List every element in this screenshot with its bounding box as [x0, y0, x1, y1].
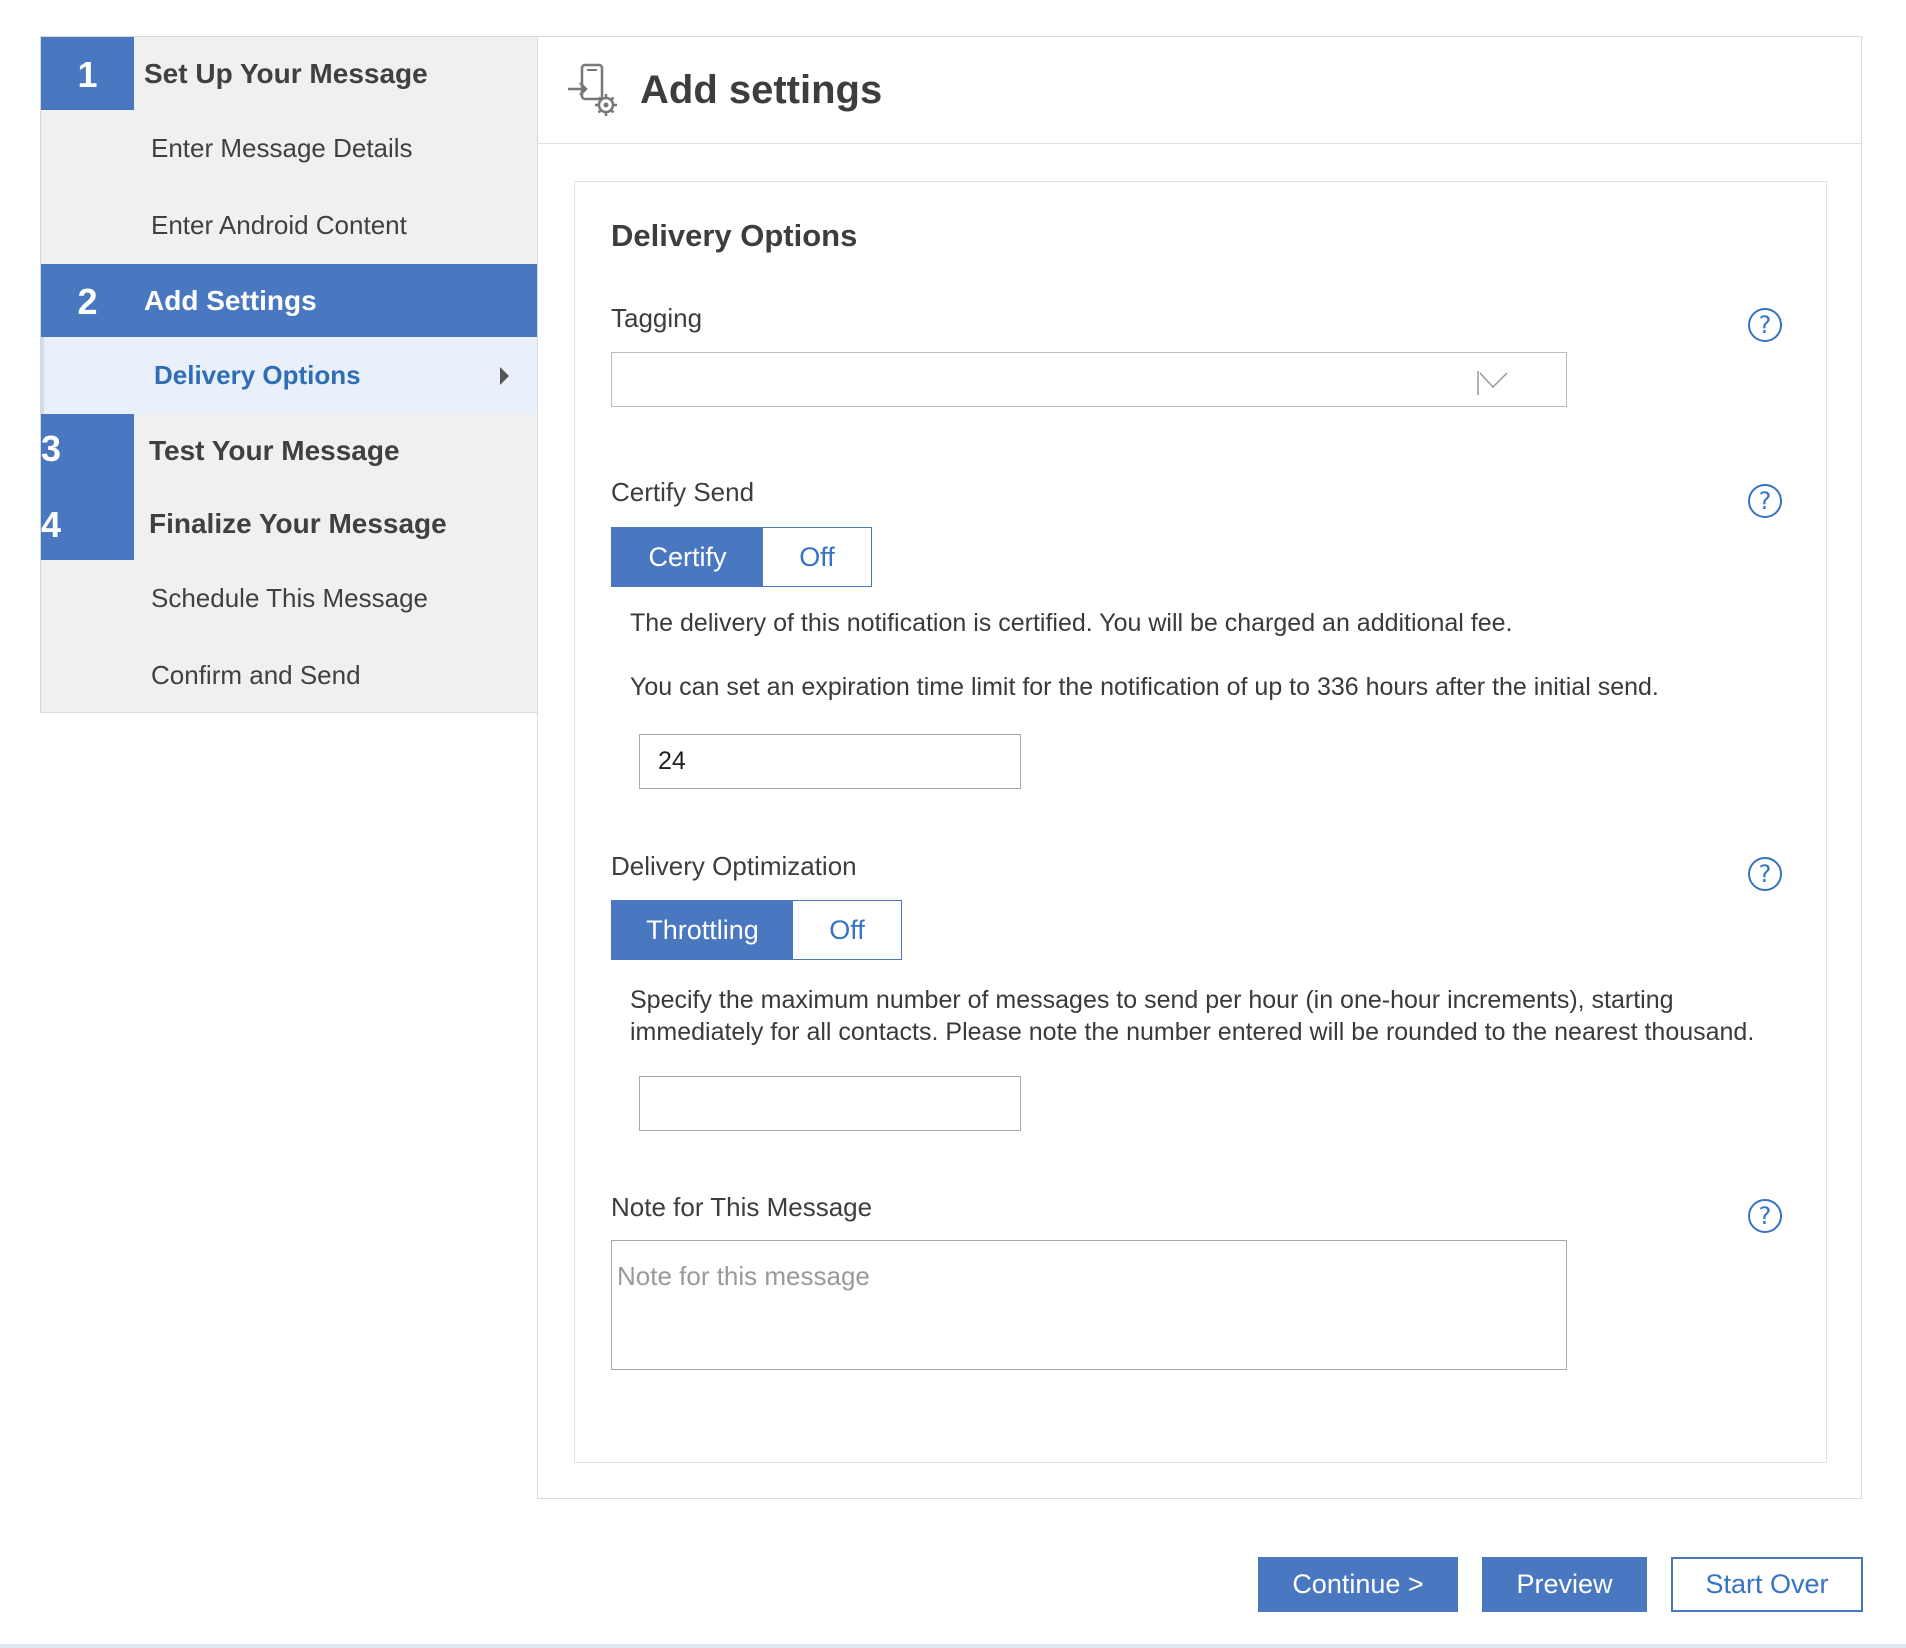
certify-description: The delivery of this notification is cer… [630, 609, 1513, 637]
certify-send-help-icon[interactable]: ? [1748, 484, 1782, 518]
tagging-select[interactable] [611, 352, 1567, 407]
expiration-hours-input[interactable]: 24 [639, 734, 1021, 789]
mobile-settings-icon [568, 63, 617, 116]
sidebar-item-delivery-options[interactable]: Delivery Options [41, 337, 537, 414]
delivery-optimization-label: Delivery Optimization [611, 851, 857, 881]
sidebar-item-confirm-and-send[interactable]: Confirm and Send [41, 637, 537, 714]
continue-button[interactable]: Continue > [1258, 1557, 1458, 1612]
delivery-optimization-toggle: Throttling Off [611, 900, 902, 960]
step-1-number: 1 [41, 37, 134, 110]
throttling-rate-input[interactable] [639, 1076, 1021, 1131]
delivery-optimization-help-icon[interactable]: ? [1748, 857, 1782, 891]
note-label: Note for This Message [611, 1192, 873, 1222]
throttling-off-button[interactable]: Off [793, 901, 901, 959]
note-help-icon[interactable]: ? [1748, 1199, 1782, 1233]
throttling-description: Specify the maximum number of messages t… [630, 986, 1755, 1046]
page-title: Add settings [640, 67, 883, 112]
expiration-description: You can set an expiration time limit for… [630, 673, 1659, 701]
delivery-options-form: Delivery Options Tagging ? Certify Send … [574, 181, 1827, 1463]
tagging-help-icon[interactable]: ? [1748, 308, 1782, 342]
step-2-number: 2 [41, 264, 134, 337]
start-over-button[interactable]: Start Over [1671, 1557, 1863, 1612]
step-3-4-number-column: 3 4 [41, 414, 134, 560]
step-3-4-block: 3 4 Test Your Message Finalize Your Mess… [41, 414, 537, 714]
bottom-divider [0, 1644, 1906, 1648]
step-2-block: 2 Add Settings Delivery Options [41, 264, 537, 414]
chevron-down-icon [1477, 371, 1508, 395]
step-1-block: 1 Set Up Your Message Enter Message Deta… [41, 37, 537, 264]
step-3-number: 3 [41, 428, 62, 469]
certify-off-button[interactable]: Off [763, 528, 871, 586]
panel-header: Add settings [538, 37, 1861, 144]
wizard-sidebar: 1 Set Up Your Message Enter Message Deta… [40, 36, 538, 713]
certify-send-toggle: Certify Off [611, 527, 872, 587]
preview-button[interactable]: Preview [1482, 1557, 1647, 1612]
sidebar-item-enter-message-details[interactable]: Enter Message Details [41, 110, 537, 187]
sidebar-item-enter-android-content[interactable]: Enter Android Content [41, 187, 537, 264]
certify-send-label: Certify Send [611, 477, 755, 507]
step-4-number: 4 [41, 504, 62, 545]
section-title: Delivery Options [611, 218, 858, 253]
certify-button[interactable]: Certify [612, 528, 763, 586]
caret-right-icon [500, 366, 509, 385]
sidebar-item-schedule-this-message[interactable]: Schedule This Message [41, 560, 537, 637]
throttling-button[interactable]: Throttling [612, 901, 793, 959]
note-textarea[interactable]: Note for this message [611, 1240, 1567, 1370]
settings-panel: Add settings Delivery Options Tagging ? … [537, 36, 1862, 1499]
tagging-label: Tagging [611, 303, 703, 333]
